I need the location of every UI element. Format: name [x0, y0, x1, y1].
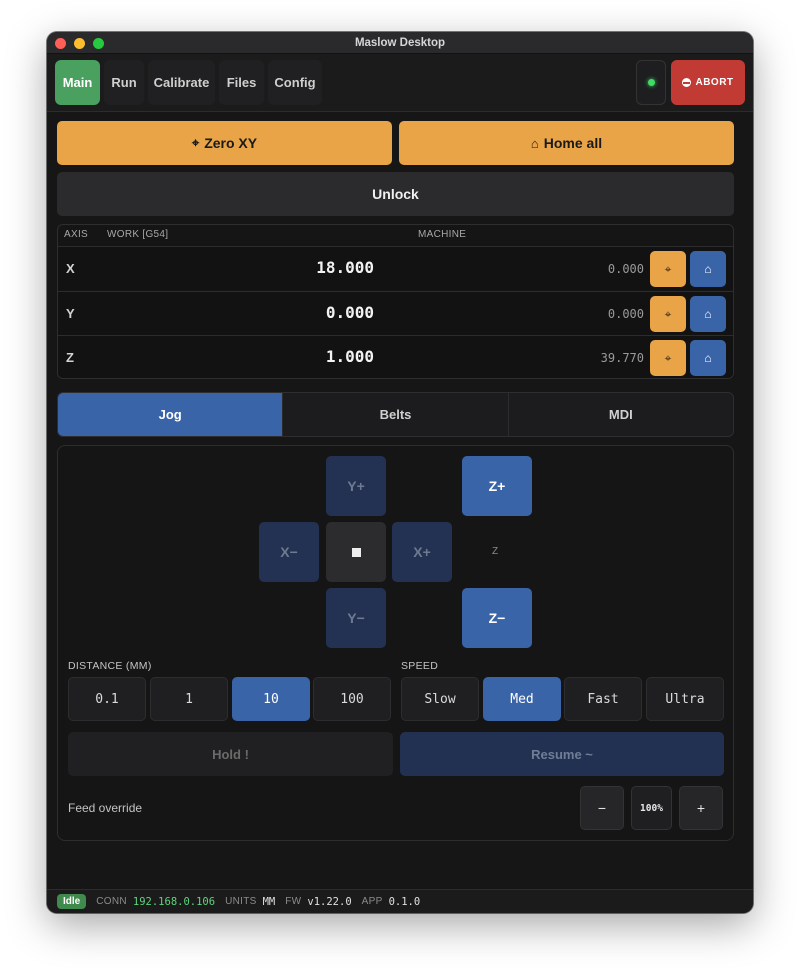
- axis-header: AXIS: [64, 229, 88, 240]
- speed-option-med[interactable]: Med: [483, 677, 561, 721]
- work-position: 1.000: [325, 347, 374, 366]
- jog-z-plus-button[interactable]: Z+: [462, 456, 532, 516]
- distance-option-0-1[interactable]: 0.1: [68, 677, 146, 721]
- home-z-button[interactable]: ⌂: [690, 340, 726, 376]
- close-window-button[interactable]: [55, 38, 66, 49]
- crosshair-icon: ⌖: [191, 135, 200, 150]
- home-y-button[interactable]: ⌂: [690, 296, 726, 332]
- distance-option-1[interactable]: 1: [150, 677, 228, 721]
- window-title: Maslow Desktop: [354, 36, 446, 49]
- jog-stop-button[interactable]: [326, 522, 386, 582]
- position-readout: AXIS WORK [G54] MACHINE X 18.000 0.000 ⌖…: [57, 224, 734, 379]
- jog-z-minus-button[interactable]: Z−: [462, 588, 532, 648]
- stop-sign-icon: [682, 78, 692, 87]
- machine-position: 0.000: [607, 307, 644, 321]
- speed-option-slow[interactable]: Slow: [401, 677, 479, 721]
- tab-belts[interactable]: Belts: [283, 393, 509, 436]
- conn-key: CONN: [96, 896, 127, 907]
- readout-row-z: Z 1.000 39.770 ⌖ ⌂: [58, 335, 733, 378]
- stop-icon: [351, 547, 361, 557]
- maximize-window-button[interactable]: [93, 38, 104, 49]
- jog-x-plus-button[interactable]: X+: [392, 522, 452, 582]
- fw-key: FW: [285, 896, 302, 907]
- jog-y-plus-button[interactable]: Y+: [326, 456, 386, 516]
- zero-x-button[interactable]: ⌖: [650, 251, 686, 287]
- tab-mdi[interactable]: MDI: [509, 393, 733, 436]
- machine-position: 39.770: [600, 351, 644, 365]
- title-bar: Maslow Desktop: [47, 32, 753, 54]
- status-bar: Idle CONN 192.168.0.106 UNITS MM FW v1.2…: [47, 889, 753, 913]
- zero-z-button[interactable]: ⌖: [650, 340, 686, 376]
- distance-option-100[interactable]: 100: [313, 677, 391, 721]
- jog-x-minus-button[interactable]: X−: [259, 522, 319, 582]
- speed-label: SPEED: [401, 660, 439, 672]
- speed-option-ultra[interactable]: Ultra: [646, 677, 724, 721]
- feed-override-value: 100%: [631, 786, 672, 830]
- conn-value: 192.168.0.106: [132, 895, 216, 908]
- work-position: 0.000: [325, 303, 374, 322]
- zero-xy-label: Zero XY: [204, 135, 258, 151]
- unlock-button[interactable]: Unlock: [57, 172, 734, 216]
- crosshair-icon: ⌖: [664, 261, 672, 276]
- readout-row-y: Y 0.000 0.000 ⌖ ⌂: [58, 291, 733, 335]
- tab-jog[interactable]: Jog: [58, 393, 284, 436]
- tab-main[interactable]: Main: [55, 60, 100, 105]
- hold-button[interactable]: Hold !: [68, 732, 393, 776]
- app-key: APP: [361, 896, 383, 907]
- tab-files[interactable]: Files: [219, 60, 264, 105]
- machine-position: 0.000: [607, 262, 644, 276]
- axis-label: Y: [66, 306, 75, 321]
- connection-dot-icon: [647, 79, 655, 86]
- home-x-button[interactable]: ⌂: [690, 251, 726, 287]
- jog-panel: Y+ X− X+ Y− Z+ Z Z− DISTANCE (MM) 0.1 1 …: [57, 445, 734, 841]
- axis-label: X: [66, 261, 75, 276]
- tab-config[interactable]: Config: [268, 60, 322, 105]
- units-value: MM: [262, 895, 276, 908]
- units-key: UNITS: [225, 896, 257, 907]
- panel-tabs: Jog Belts MDI: [57, 392, 734, 437]
- work-position: 18.000: [316, 258, 374, 277]
- tab-calibrate[interactable]: Calibrate: [148, 60, 215, 105]
- home-all-label: Home all: [543, 135, 603, 151]
- window-controls: [55, 38, 104, 49]
- axis-label: Z: [66, 350, 74, 365]
- abort-button[interactable]: ABORT: [671, 60, 745, 105]
- z-axis-label: Z: [492, 546, 499, 557]
- machine-state-badge: Idle: [57, 894, 87, 909]
- fw-value: v1.22.0: [307, 895, 352, 908]
- tab-run[interactable]: Run: [104, 60, 144, 105]
- crosshair-icon: ⌖: [664, 306, 672, 321]
- app-value: 0.1.0: [388, 895, 421, 908]
- home-icon: ⌂: [704, 351, 712, 365]
- home-icon: ⌂: [530, 135, 539, 151]
- distance-option-10[interactable]: 10: [232, 677, 310, 721]
- connection-indicator: [636, 60, 666, 105]
- feed-decrease-button[interactable]: −: [580, 786, 624, 830]
- top-toolbar: Main Run Calibrate Files Config ABORT: [47, 54, 753, 112]
- readout-row-x: X 18.000 0.000 ⌖ ⌂: [58, 246, 733, 290]
- jog-y-minus-button[interactable]: Y−: [326, 588, 386, 648]
- machine-header: MACHINE: [418, 229, 467, 240]
- readout-header: AXIS WORK [G54] MACHINE: [58, 225, 733, 245]
- abort-label: ABORT: [695, 77, 734, 88]
- home-icon: ⌂: [704, 307, 712, 321]
- minimize-window-button[interactable]: [74, 38, 85, 49]
- distance-label: DISTANCE (MM): [68, 660, 152, 672]
- crosshair-icon: ⌖: [664, 350, 672, 365]
- app-window: Maslow Desktop Main Run Calibrate Files …: [47, 32, 753, 913]
- home-icon: ⌂: [704, 262, 712, 276]
- feed-increase-button[interactable]: +: [679, 786, 723, 830]
- speed-option-fast[interactable]: Fast: [564, 677, 642, 721]
- feed-override-label: Feed override: [68, 801, 143, 815]
- home-all-button[interactable]: ⌂ Home all: [399, 121, 734, 165]
- zero-xy-button[interactable]: ⌖ Zero XY: [57, 121, 392, 165]
- resume-button[interactable]: Resume ~: [400, 732, 724, 776]
- zero-y-button[interactable]: ⌖: [650, 296, 686, 332]
- work-header: WORK [G54]: [107, 229, 169, 240]
